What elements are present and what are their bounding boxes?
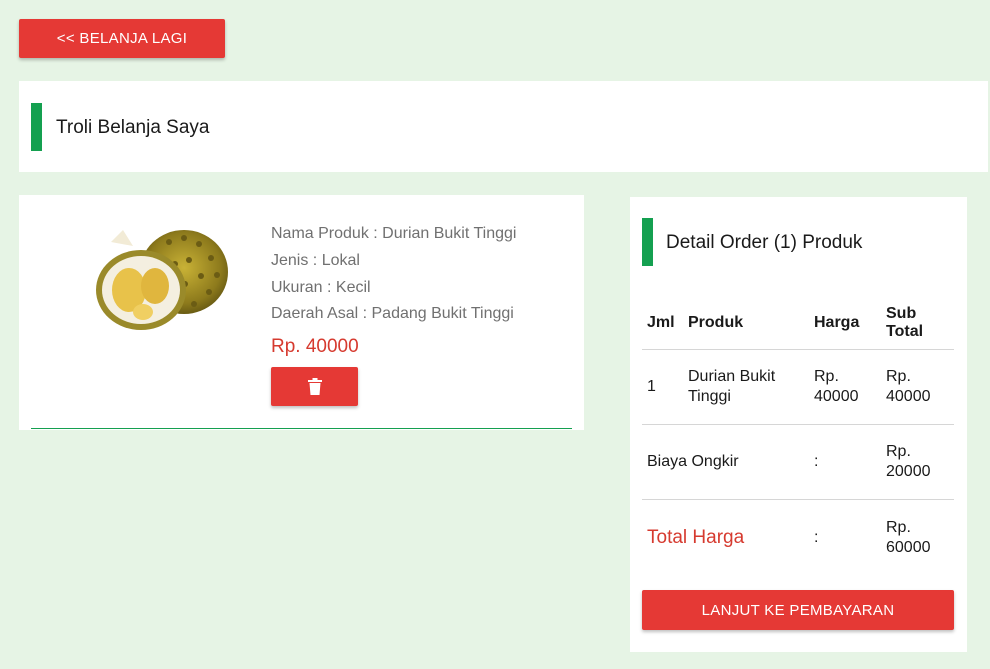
product-origin: Daerah Asal : Padang Bukit Tinggi xyxy=(271,305,514,322)
item-price: Rp. 40000 xyxy=(809,349,881,425)
item-qty: 1 xyxy=(642,349,683,425)
item-divider xyxy=(31,428,572,429)
delete-item-button[interactable] xyxy=(271,367,358,406)
page-title: Troli Belanja Saya xyxy=(56,117,210,138)
product-type: Jenis : Lokal xyxy=(271,252,360,269)
total-row: Total Harga : Rp. 60000 xyxy=(642,499,954,577)
shipping-value: Rp. 20000 xyxy=(881,424,954,500)
item-product: Durian Bukit Tinggi xyxy=(683,349,809,425)
total-label: Total Harga xyxy=(647,527,745,549)
order-table: Jml Produk Harga Sub Total 1 Durian Buki… xyxy=(642,297,954,577)
col-header-subtotal: Sub Total xyxy=(881,297,954,350)
total-separator: : xyxy=(814,529,819,547)
order-accent-bar xyxy=(642,218,653,266)
proceed-to-payment-label: LANJUT KE PEMBAYARAN xyxy=(701,601,895,619)
order-detail-card: Detail Order (1) Produk Jml Produk Harga… xyxy=(630,197,967,652)
order-table-header: Jml Produk Harga Sub Total xyxy=(642,297,954,350)
cart-item-card: Nama Produk : Durian Bukit Tinggi Jenis … xyxy=(19,195,584,430)
shipping-label: Biaya Ongkir xyxy=(642,424,809,500)
item-subtotal: Rp. 40000 xyxy=(881,349,954,425)
title-accent-bar xyxy=(31,103,42,151)
back-to-shopping-button[interactable]: << BELANJA LAGI xyxy=(19,19,225,58)
cart-header-card: Troli Belanja Saya xyxy=(19,81,988,172)
col-header-qty: Jml xyxy=(642,297,683,350)
col-header-price: Harga xyxy=(809,297,881,350)
total-value: Rp. 60000 xyxy=(886,519,931,557)
durian-fruit-image xyxy=(96,230,228,330)
product-size: Ukuran : Kecil xyxy=(271,279,371,296)
trash-icon xyxy=(307,378,322,395)
shipping-separator: : xyxy=(809,424,881,500)
product-name: Nama Produk : Durian Bukit Tinggi xyxy=(271,225,517,242)
table-row: 1 Durian Bukit Tinggi Rp. 40000 Rp. 4000… xyxy=(642,349,954,425)
shipping-row: Biaya Ongkir : Rp. 20000 xyxy=(642,424,954,500)
order-title: Detail Order (1) Produk xyxy=(666,232,863,253)
back-to-shopping-label: << BELANJA LAGI xyxy=(56,30,188,47)
col-header-product: Produk xyxy=(683,297,809,350)
proceed-to-payment-button[interactable]: LANJUT KE PEMBAYARAN xyxy=(642,590,954,630)
product-price: Rp. 40000 xyxy=(271,336,359,357)
